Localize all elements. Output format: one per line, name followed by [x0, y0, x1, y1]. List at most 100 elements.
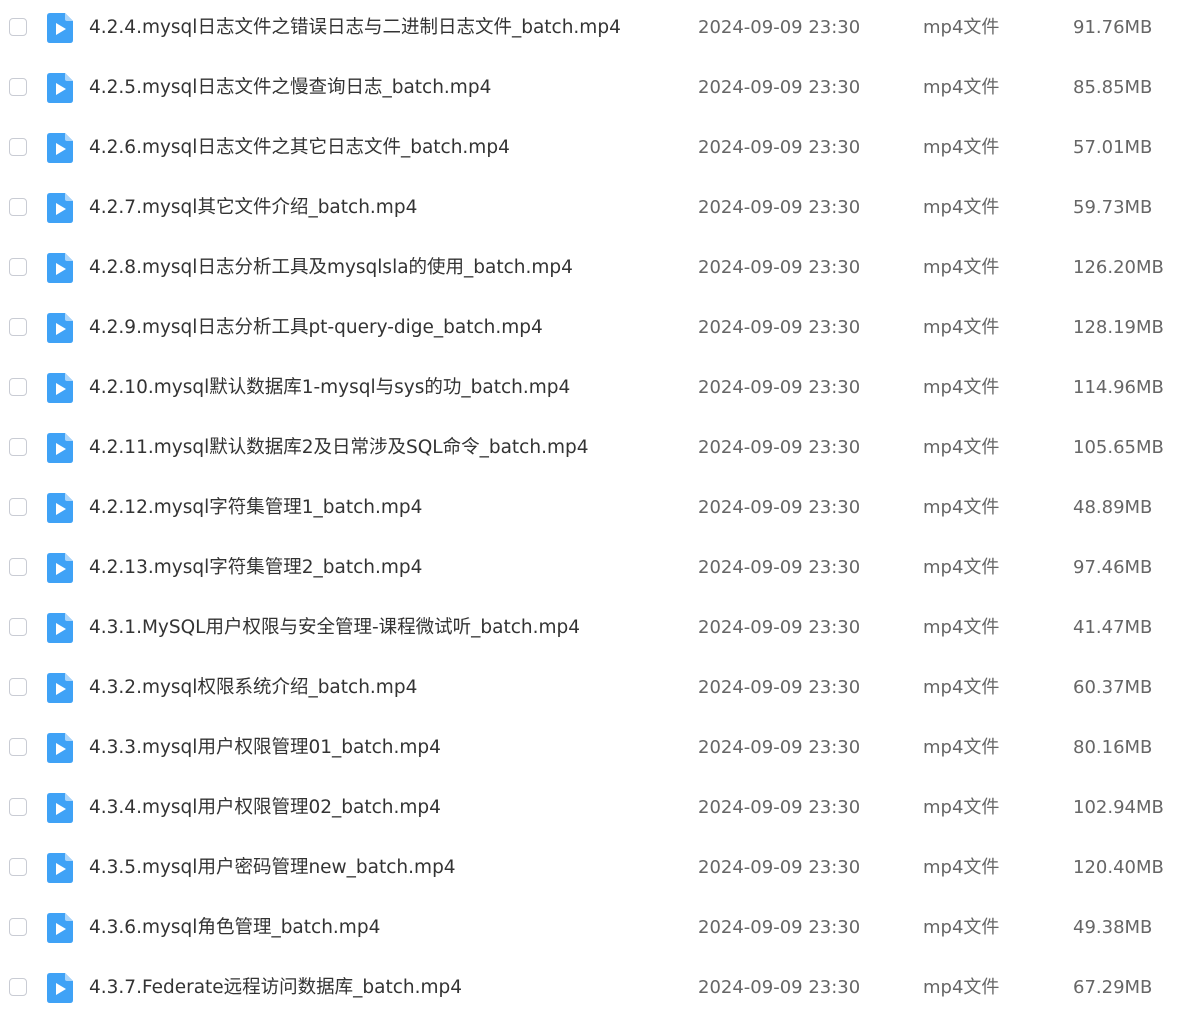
- file-date: 2024-09-09 23:30: [698, 977, 861, 998]
- video-file-icon: [47, 193, 73, 223]
- file-name[interactable]: 4.2.9.mysql日志分析工具pt-query-dige_batch.mp4: [89, 316, 543, 340]
- file-date: 2024-09-09 23:30: [698, 857, 861, 878]
- file-size: 126.20MB: [1073, 257, 1164, 278]
- file-row[interactable]: 4.2.12.mysql字符集管理1_batch.mp4 2024-09-09 …: [0, 478, 1197, 538]
- row-checkbox[interactable]: [9, 378, 27, 396]
- file-date: 2024-09-09 23:30: [698, 17, 861, 38]
- video-file-icon: [47, 793, 73, 823]
- file-date: 2024-09-09 23:30: [698, 317, 861, 338]
- file-name[interactable]: 4.2.5.mysql日志文件之慢查询日志_batch.mp4: [89, 76, 491, 100]
- row-checkbox[interactable]: [9, 318, 27, 336]
- file-name[interactable]: 4.3.2.mysql权限系统介绍_batch.mp4: [89, 676, 417, 700]
- file-name[interactable]: 4.3.6.mysql角色管理_batch.mp4: [89, 916, 380, 940]
- file-row[interactable]: 4.2.11.mysql默认数据库2及日常涉及SQL命令_batch.mp4 2…: [0, 418, 1197, 478]
- file-size: 67.29MB: [1073, 977, 1153, 998]
- row-checkbox[interactable]: [9, 798, 27, 816]
- file-type: mp4文件: [923, 857, 1000, 878]
- video-file-icon: [47, 673, 73, 703]
- file-type: mp4文件: [923, 17, 1000, 38]
- file-date: 2024-09-09 23:30: [698, 617, 861, 638]
- row-checkbox[interactable]: [9, 138, 27, 156]
- file-type: mp4文件: [923, 437, 1000, 458]
- file-type: mp4文件: [923, 617, 1000, 638]
- row-checkbox[interactable]: [9, 438, 27, 456]
- file-type: mp4文件: [923, 257, 1000, 278]
- file-type: mp4文件: [923, 317, 1000, 338]
- row-checkbox[interactable]: [9, 258, 27, 276]
- file-date: 2024-09-09 23:30: [698, 377, 861, 398]
- video-file-icon: [47, 853, 73, 883]
- file-name[interactable]: 4.2.12.mysql字符集管理1_batch.mp4: [89, 496, 422, 520]
- file-row[interactable]: 4.2.8.mysql日志分析工具及mysqlsla的使用_batch.mp4 …: [0, 238, 1197, 298]
- video-file-icon: [47, 253, 73, 283]
- file-type: mp4文件: [923, 557, 1000, 578]
- file-name[interactable]: 4.3.4.mysql用户权限管理02_batch.mp4: [89, 796, 441, 820]
- file-row[interactable]: 4.2.7.mysql其它文件介绍_batch.mp4 2024-09-09 2…: [0, 178, 1197, 238]
- file-name[interactable]: 4.2.10.mysql默认数据库1-mysql与sys的功_batch.mp4: [89, 376, 570, 400]
- file-row[interactable]: 4.2.5.mysql日志文件之慢查询日志_batch.mp4 2024-09-…: [0, 58, 1197, 118]
- file-size: 114.96MB: [1073, 377, 1164, 398]
- file-size: 48.89MB: [1073, 497, 1153, 518]
- file-row[interactable]: 4.2.4.mysql日志文件之错误日志与二进制日志文件_batch.mp4 2…: [0, 0, 1197, 58]
- file-type: mp4文件: [923, 377, 1000, 398]
- file-row[interactable]: 4.3.4.mysql用户权限管理02_batch.mp4 2024-09-09…: [0, 778, 1197, 838]
- file-size: 59.73MB: [1073, 197, 1153, 218]
- file-date: 2024-09-09 23:30: [698, 137, 861, 158]
- file-row[interactable]: 4.2.6.mysql日志文件之其它日志文件_batch.mp4 2024-09…: [0, 118, 1197, 178]
- file-row[interactable]: 4.2.13.mysql字符集管理2_batch.mp4 2024-09-09 …: [0, 538, 1197, 598]
- file-name[interactable]: 4.3.5.mysql用户密码管理new_batch.mp4: [89, 856, 456, 880]
- file-row[interactable]: 4.3.5.mysql用户密码管理new_batch.mp4 2024-09-0…: [0, 838, 1197, 898]
- file-size: 85.85MB: [1073, 77, 1153, 98]
- row-checkbox[interactable]: [9, 678, 27, 696]
- file-name[interactable]: 4.2.8.mysql日志分析工具及mysqlsla的使用_batch.mp4: [89, 256, 573, 280]
- file-size: 97.46MB: [1073, 557, 1153, 578]
- row-checkbox[interactable]: [9, 198, 27, 216]
- file-row[interactable]: 4.2.9.mysql日志分析工具pt-query-dige_batch.mp4…: [0, 298, 1197, 358]
- row-checkbox[interactable]: [9, 738, 27, 756]
- row-checkbox[interactable]: [9, 978, 27, 996]
- video-file-icon: [47, 553, 73, 583]
- file-date: 2024-09-09 23:30: [698, 257, 861, 278]
- file-name[interactable]: 4.3.7.Federate远程访问数据库_batch.mp4: [89, 976, 462, 1000]
- video-file-icon: [47, 973, 73, 1003]
- video-file-icon: [47, 733, 73, 763]
- file-list: 4.2.4.mysql日志文件之错误日志与二进制日志文件_batch.mp4 2…: [0, 0, 1197, 1018]
- row-checkbox[interactable]: [9, 498, 27, 516]
- file-name[interactable]: 4.2.7.mysql其它文件介绍_batch.mp4: [89, 196, 417, 220]
- row-checkbox[interactable]: [9, 18, 27, 36]
- file-type: mp4文件: [923, 917, 1000, 938]
- file-name[interactable]: 4.2.11.mysql默认数据库2及日常涉及SQL命令_batch.mp4: [89, 436, 589, 460]
- file-type: mp4文件: [923, 497, 1000, 518]
- file-size: 105.65MB: [1073, 437, 1164, 458]
- video-file-icon: [47, 913, 73, 943]
- file-size: 80.16MB: [1073, 737, 1153, 758]
- file-size: 49.38MB: [1073, 917, 1153, 938]
- file-row[interactable]: 4.3.6.mysql角色管理_batch.mp4 2024-09-09 23:…: [0, 898, 1197, 958]
- video-file-icon: [47, 13, 73, 43]
- row-checkbox[interactable]: [9, 918, 27, 936]
- video-file-icon: [47, 433, 73, 463]
- file-row[interactable]: 4.3.2.mysql权限系统介绍_batch.mp4 2024-09-09 2…: [0, 658, 1197, 718]
- row-checkbox[interactable]: [9, 618, 27, 636]
- file-date: 2024-09-09 23:30: [698, 677, 861, 698]
- video-file-icon: [47, 313, 73, 343]
- file-row[interactable]: 4.3.7.Federate远程访问数据库_batch.mp4 2024-09-…: [0, 958, 1197, 1018]
- file-date: 2024-09-09 23:30: [698, 797, 861, 818]
- row-checkbox[interactable]: [9, 858, 27, 876]
- file-size: 57.01MB: [1073, 137, 1153, 158]
- row-checkbox[interactable]: [9, 558, 27, 576]
- file-size: 102.94MB: [1073, 797, 1164, 818]
- file-name[interactable]: 4.3.1.MySQL用户权限与安全管理-课程微试听_batch.mp4: [89, 616, 580, 640]
- file-name[interactable]: 4.2.6.mysql日志文件之其它日志文件_batch.mp4: [89, 136, 510, 160]
- file-type: mp4文件: [923, 77, 1000, 98]
- file-name[interactable]: 4.2.4.mysql日志文件之错误日志与二进制日志文件_batch.mp4: [89, 16, 621, 40]
- file-name[interactable]: 4.3.3.mysql用户权限管理01_batch.mp4: [89, 736, 441, 760]
- video-file-icon: [47, 73, 73, 103]
- file-name[interactable]: 4.2.13.mysql字符集管理2_batch.mp4: [89, 556, 422, 580]
- file-row[interactable]: 4.2.10.mysql默认数据库1-mysql与sys的功_batch.mp4…: [0, 358, 1197, 418]
- row-checkbox[interactable]: [9, 78, 27, 96]
- file-row[interactable]: 4.3.3.mysql用户权限管理01_batch.mp4 2024-09-09…: [0, 718, 1197, 778]
- file-type: mp4文件: [923, 677, 1000, 698]
- video-file-icon: [47, 133, 73, 163]
- file-row[interactable]: 4.3.1.MySQL用户权限与安全管理-课程微试听_batch.mp4 202…: [0, 598, 1197, 658]
